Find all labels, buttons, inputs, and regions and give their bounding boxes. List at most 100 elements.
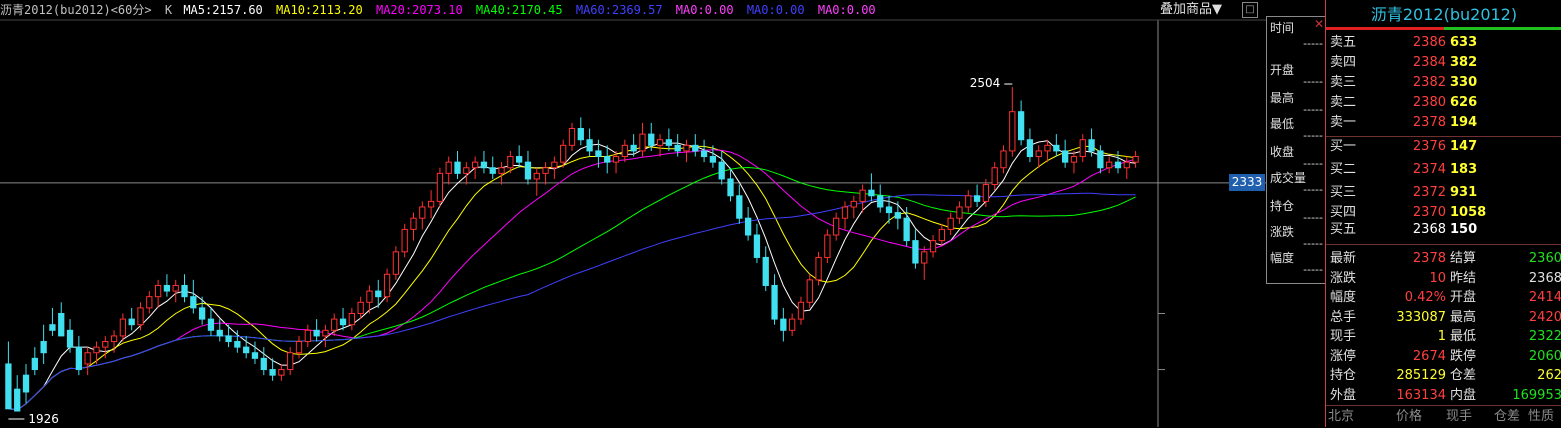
candle[interactable] [744, 206, 752, 241]
candle[interactable] [31, 347, 38, 376]
candle[interactable] [665, 128, 673, 151]
candle[interactable] [877, 184, 884, 213]
candle[interactable] [1132, 150, 1139, 168]
candle[interactable] [736, 184, 743, 224]
candle[interactable] [287, 347, 294, 376]
candle[interactable] [780, 307, 787, 342]
candle[interactable] [833, 212, 840, 241]
candle[interactable] [1062, 139, 1069, 168]
candle[interactable] [894, 201, 901, 230]
candle[interactable] [1079, 134, 1086, 163]
candle[interactable] [824, 229, 831, 264]
candle[interactable] [489, 156, 496, 179]
candle[interactable] [965, 190, 972, 213]
candle[interactable] [40, 324, 47, 364]
candle[interactable] [1114, 150, 1122, 174]
candle[interactable] [1070, 150, 1078, 174]
candle[interactable] [991, 162, 998, 191]
candle[interactable] [436, 167, 444, 207]
candle[interactable] [1035, 145, 1042, 168]
candle[interactable] [524, 150, 532, 185]
candle[interactable] [1123, 156, 1130, 179]
candle[interactable] [1097, 145, 1104, 174]
candle[interactable] [480, 150, 488, 174]
candle[interactable] [198, 296, 206, 325]
candle[interactable] [401, 223, 408, 258]
candle[interactable] [692, 134, 699, 157]
candle[interactable] [84, 347, 91, 376]
candle[interactable] [727, 167, 734, 202]
candle[interactable] [577, 117, 584, 146]
candle[interactable] [938, 223, 946, 247]
candle[interactable] [498, 162, 505, 185]
candle[interactable] [841, 201, 849, 230]
candle[interactable] [542, 162, 549, 185]
candle[interactable] [181, 274, 188, 303]
candle[interactable] [5, 341, 12, 410]
candle[interactable] [243, 335, 250, 359]
candle[interactable] [128, 307, 135, 331]
candle[interactable] [14, 375, 21, 412]
candle[interactable] [419, 201, 426, 230]
candle[interactable] [850, 195, 857, 219]
candle[interactable] [929, 235, 937, 258]
candle[interactable] [604, 145, 611, 174]
candle[interactable] [427, 190, 435, 219]
candle[interactable] [463, 162, 470, 185]
candle[interactable] [304, 324, 311, 348]
candle[interactable] [471, 156, 479, 179]
candle[interactable] [762, 246, 769, 292]
candle[interactable] [921, 246, 928, 280]
candle[interactable] [533, 167, 540, 196]
candle[interactable] [207, 307, 215, 336]
candle[interactable] [154, 279, 162, 308]
candle[interactable] [700, 139, 708, 163]
candle[interactable] [771, 274, 778, 325]
candle[interactable] [348, 307, 355, 331]
candle[interactable] [947, 212, 954, 236]
candle[interactable] [1026, 128, 1034, 163]
candle[interactable] [568, 122, 576, 151]
candle[interactable] [621, 139, 628, 163]
candle[interactable] [119, 313, 127, 342]
candle[interactable] [410, 212, 417, 241]
candle[interactable] [868, 173, 875, 202]
candle[interactable] [146, 291, 153, 314]
candle[interactable] [251, 341, 259, 364]
candle[interactable] [516, 145, 523, 168]
candle[interactable] [260, 347, 267, 376]
candle[interactable] [22, 363, 30, 404]
candle[interactable] [586, 128, 593, 157]
candle[interactable] [806, 274, 813, 308]
candle[interactable] [163, 274, 171, 297]
candle[interactable] [49, 307, 56, 336]
candle[interactable] [93, 341, 100, 364]
candle[interactable] [1106, 156, 1113, 174]
candle[interactable] [551, 156, 558, 179]
candle[interactable] [278, 363, 285, 381]
candle[interactable] [295, 335, 303, 359]
candle[interactable] [137, 302, 144, 331]
candle[interactable] [190, 279, 197, 314]
candle[interactable] [1009, 87, 1016, 157]
candle[interactable] [797, 296, 805, 325]
candle[interactable] [66, 319, 74, 353]
candle[interactable] [912, 229, 919, 269]
candle[interactable] [973, 184, 981, 207]
candle[interactable] [216, 319, 223, 342]
candle[interactable] [322, 324, 329, 348]
candle[interactable] [172, 279, 179, 303]
candle[interactable] [1053, 134, 1060, 157]
candle[interactable] [1017, 100, 1025, 146]
candle[interactable] [313, 319, 320, 342]
candle[interactable] [718, 150, 725, 185]
candle[interactable] [75, 335, 82, 376]
candle[interactable] [639, 122, 646, 157]
close-icon[interactable]: ✕ [1314, 17, 1324, 31]
candle[interactable] [683, 139, 690, 163]
candle[interactable] [753, 223, 761, 264]
candle[interactable] [1000, 145, 1007, 174]
kline-chart[interactable]: 20002100 25041926 [0, 0, 1266, 427]
candle[interactable] [454, 150, 461, 179]
candle[interactable] [956, 201, 963, 224]
